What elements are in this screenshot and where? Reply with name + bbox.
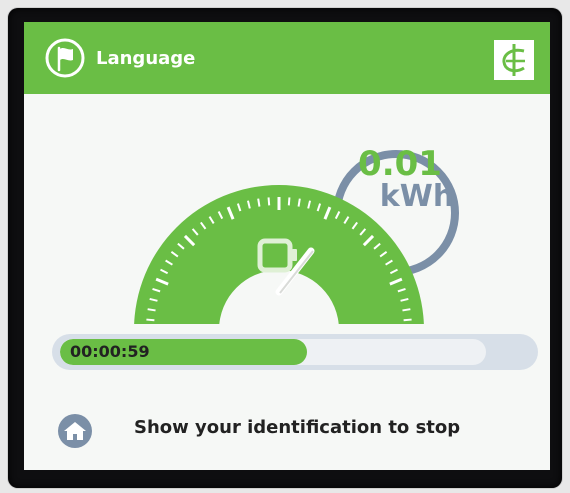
gauge-tick [146,318,155,322]
language-button[interactable]: Language [44,37,195,79]
gauge-tick [257,198,261,207]
gauge-tick [403,318,412,322]
gauge-tick [297,198,301,207]
screen: Language 0.01 kWh 00:00:59 Show your ide… [24,22,550,470]
flag-icon [45,38,85,78]
home-button[interactable] [58,414,92,448]
elapsed-time: 00:00:59 [70,342,150,361]
header-bar: Language [24,22,550,94]
progress-bar: 00:00:59 [52,334,538,370]
home-icon [64,422,86,440]
progress-inner-track: 00:00:59 [60,339,486,365]
gauge-tick [402,308,411,312]
gauge-tick [147,308,156,312]
status-message: Show your identification to stop [134,417,461,438]
energy-unit: kWh [379,179,455,214]
energy-readout: 0.01 kWh [336,147,476,212]
gauge-tick [267,197,271,206]
company-logo [494,40,534,80]
language-label: Language [96,47,196,69]
gauge-tick [287,197,291,206]
energy-value: 0.01 [358,144,442,184]
